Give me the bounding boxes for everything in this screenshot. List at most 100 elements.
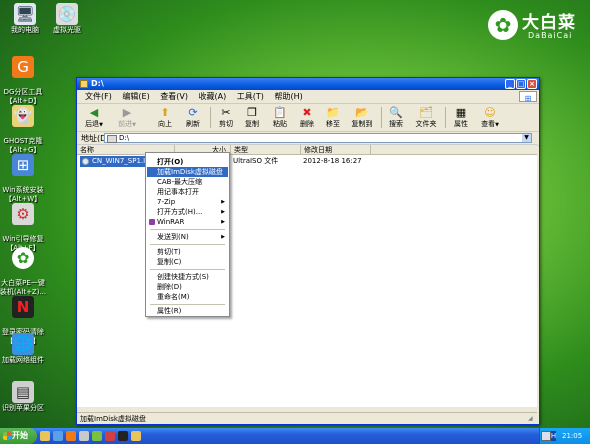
- submenu-arrow-icon: ▶: [221, 209, 225, 215]
- menu-separator: [150, 229, 225, 230]
- back-button[interactable]: ◀ 后退▼: [81, 106, 107, 129]
- copy-icon: ❐: [247, 106, 257, 119]
- logo-text: 大白菜: [522, 13, 576, 33]
- menu-item-delete[interactable]: 删除(D): [147, 282, 228, 292]
- search-label: 搜索: [389, 120, 403, 128]
- back-label: 后退: [85, 120, 100, 128]
- cabbage-icon: ✿: [488, 10, 518, 40]
- clock: 21:05: [562, 432, 583, 440]
- search-button[interactable]: 🔍 搜索: [384, 106, 408, 128]
- menu-file[interactable]: 文件(F): [81, 90, 116, 103]
- quicklaunch-app-icon[interactable]: [92, 431, 102, 441]
- status-text: 加载ImDisk虚拟磁盘: [80, 415, 146, 423]
- menu-view[interactable]: 查看(V): [156, 90, 192, 103]
- menu-item-load-imdisk[interactable]: 加载ImDisk虚拟磁盘: [147, 167, 228, 177]
- menu-separator: [150, 244, 225, 245]
- copy-to-icon: 📂: [355, 106, 369, 119]
- toolbar-separator: [445, 107, 446, 128]
- submenu-arrow-icon: ▶: [221, 234, 225, 240]
- menu-tools[interactable]: 工具(T): [233, 90, 268, 103]
- toolbar-separator: [210, 107, 211, 128]
- menu-item-properties[interactable]: 属性(R): [147, 306, 228, 316]
- windows-flag-icon: [3, 432, 11, 440]
- keyboard-icon[interactable]: [541, 431, 551, 441]
- menu-item-label: 属性(R): [157, 307, 182, 315]
- back-arrow-icon: ◀: [89, 106, 99, 119]
- boot-repair-icon: ⚙: [12, 203, 34, 225]
- toolbar-separator: [381, 107, 382, 128]
- quicklaunch-media-icon[interactable]: [105, 431, 115, 441]
- folders-button[interactable]: 🗂 文件夹: [411, 106, 441, 128]
- address-input[interactable]: D:\ ▼: [104, 133, 532, 143]
- delete-button[interactable]: ✖ 删除: [295, 106, 319, 128]
- password-clear-icon: N: [12, 296, 34, 318]
- cut-button[interactable]: ✂ 剪切: [214, 106, 238, 128]
- menu-item-label: 重命名(M): [157, 293, 190, 301]
- desktop-icon-label: 识别苹果分区: [2, 404, 44, 412]
- network-icon: 🌐: [12, 333, 34, 355]
- menu-favorites[interactable]: 收藏(A): [195, 90, 231, 103]
- move-to-icon: 📁: [326, 106, 340, 119]
- views-button[interactable]: ☺ 查看▼: [475, 106, 505, 129]
- move-to-label: 移至: [326, 120, 340, 128]
- refresh-button[interactable]: ⟳ 刷新: [181, 106, 205, 128]
- menu-item-label: 剪切(T): [157, 248, 181, 256]
- close-button[interactable]: ×: [527, 79, 537, 89]
- copy-to-label: 复制到: [351, 120, 373, 128]
- chevron-down-icon[interactable]: ▼: [522, 134, 531, 142]
- menu-item-copy[interactable]: 复制(C): [147, 257, 228, 267]
- column-modified[interactable]: 修改日期: [301, 145, 371, 155]
- window-titlebar[interactable]: D:\ _ □ ×: [77, 78, 539, 90]
- menu-help[interactable]: 帮助(H): [270, 90, 306, 103]
- menu-item-open-with[interactable]: 打开方式(H)... ▶: [147, 207, 228, 217]
- copy-button[interactable]: ❐ 复制: [240, 106, 264, 128]
- menu-separator: [150, 269, 225, 270]
- winrar-icon: [149, 219, 155, 225]
- quicklaunch-explorer-icon[interactable]: [40, 431, 50, 441]
- menu-item-label: 加载ImDisk虚拟磁盘: [157, 168, 223, 176]
- quicklaunch-disk-icon[interactable]: [66, 431, 76, 441]
- address-value: D:\: [119, 134, 130, 142]
- menu-item-label: 用记事本打开: [157, 188, 199, 196]
- quicklaunch-folder-icon[interactable]: [131, 431, 141, 441]
- menu-item-send-to[interactable]: 发送到(N) ▶: [147, 232, 228, 242]
- menu-item-create-shortcut[interactable]: 创建快捷方式(S): [147, 272, 228, 282]
- menu-item-label: CAB-最大压缩: [157, 178, 203, 186]
- desktop-icon-network[interactable]: 🌐 加载网络组件: [0, 333, 48, 365]
- menu-item-7zip[interactable]: 7-Zip ▶: [147, 197, 228, 207]
- search-icon: 🔍: [389, 106, 403, 119]
- desktop-icon-virtual-cd[interactable]: 💿 虚拟光驱: [42, 3, 92, 35]
- cd-drive-icon: 💿: [56, 3, 78, 25]
- quicklaunch-cmd-icon[interactable]: [118, 431, 128, 441]
- folders-label: 文件夹: [415, 120, 437, 128]
- copy-to-button[interactable]: 📂 复制到: [347, 106, 377, 128]
- paste-button[interactable]: 📋 粘贴: [268, 106, 292, 128]
- status-bar: 加载ImDisk虚拟磁盘 ◢: [77, 412, 537, 424]
- taskbar: 开始 CH 21:05: [0, 428, 590, 444]
- desktop-icon-label: 加载网络组件: [2, 356, 44, 364]
- menu-item-label: 复制(C): [157, 258, 182, 266]
- menu-item-label: 发送到(N): [157, 233, 189, 241]
- paste-icon: 📋: [273, 106, 287, 119]
- move-to-button[interactable]: 📁 移至: [321, 106, 345, 128]
- menu-item-winrar[interactable]: WinRAR ▶: [147, 217, 228, 227]
- menu-item-cut[interactable]: 剪切(T): [147, 247, 228, 257]
- properties-button[interactable]: ▦ 属性: [449, 106, 473, 128]
- maximize-button[interactable]: □: [516, 79, 526, 89]
- menu-item-cab-compress[interactable]: CAB-最大压缩: [147, 177, 228, 187]
- desktop-icon-apple-partition[interactable]: ▤ 识别苹果分区: [0, 381, 48, 413]
- menu-item-open-notepad[interactable]: 用记事本打开: [147, 187, 228, 197]
- start-button[interactable]: 开始: [0, 428, 37, 444]
- menu-item-open[interactable]: 打开(O): [147, 157, 228, 167]
- minimize-button[interactable]: _: [505, 79, 515, 89]
- menu-edit[interactable]: 编辑(E): [118, 90, 153, 103]
- quicklaunch-tool-icon[interactable]: [79, 431, 89, 441]
- windows-logo-icon: ⊞: [519, 91, 537, 103]
- dabaicai-logo: ✿ 大白菜 DaBaiCai: [488, 8, 580, 48]
- quicklaunch-network-icon[interactable]: [53, 431, 63, 441]
- menu-item-rename[interactable]: 重命名(M): [147, 292, 228, 302]
- forward-button[interactable]: ▶ 前进▼: [114, 106, 140, 129]
- column-type[interactable]: 类型: [231, 145, 301, 155]
- up-button[interactable]: ⬆ 向上: [153, 106, 177, 128]
- resize-grip-icon[interactable]: ◢: [528, 415, 536, 423]
